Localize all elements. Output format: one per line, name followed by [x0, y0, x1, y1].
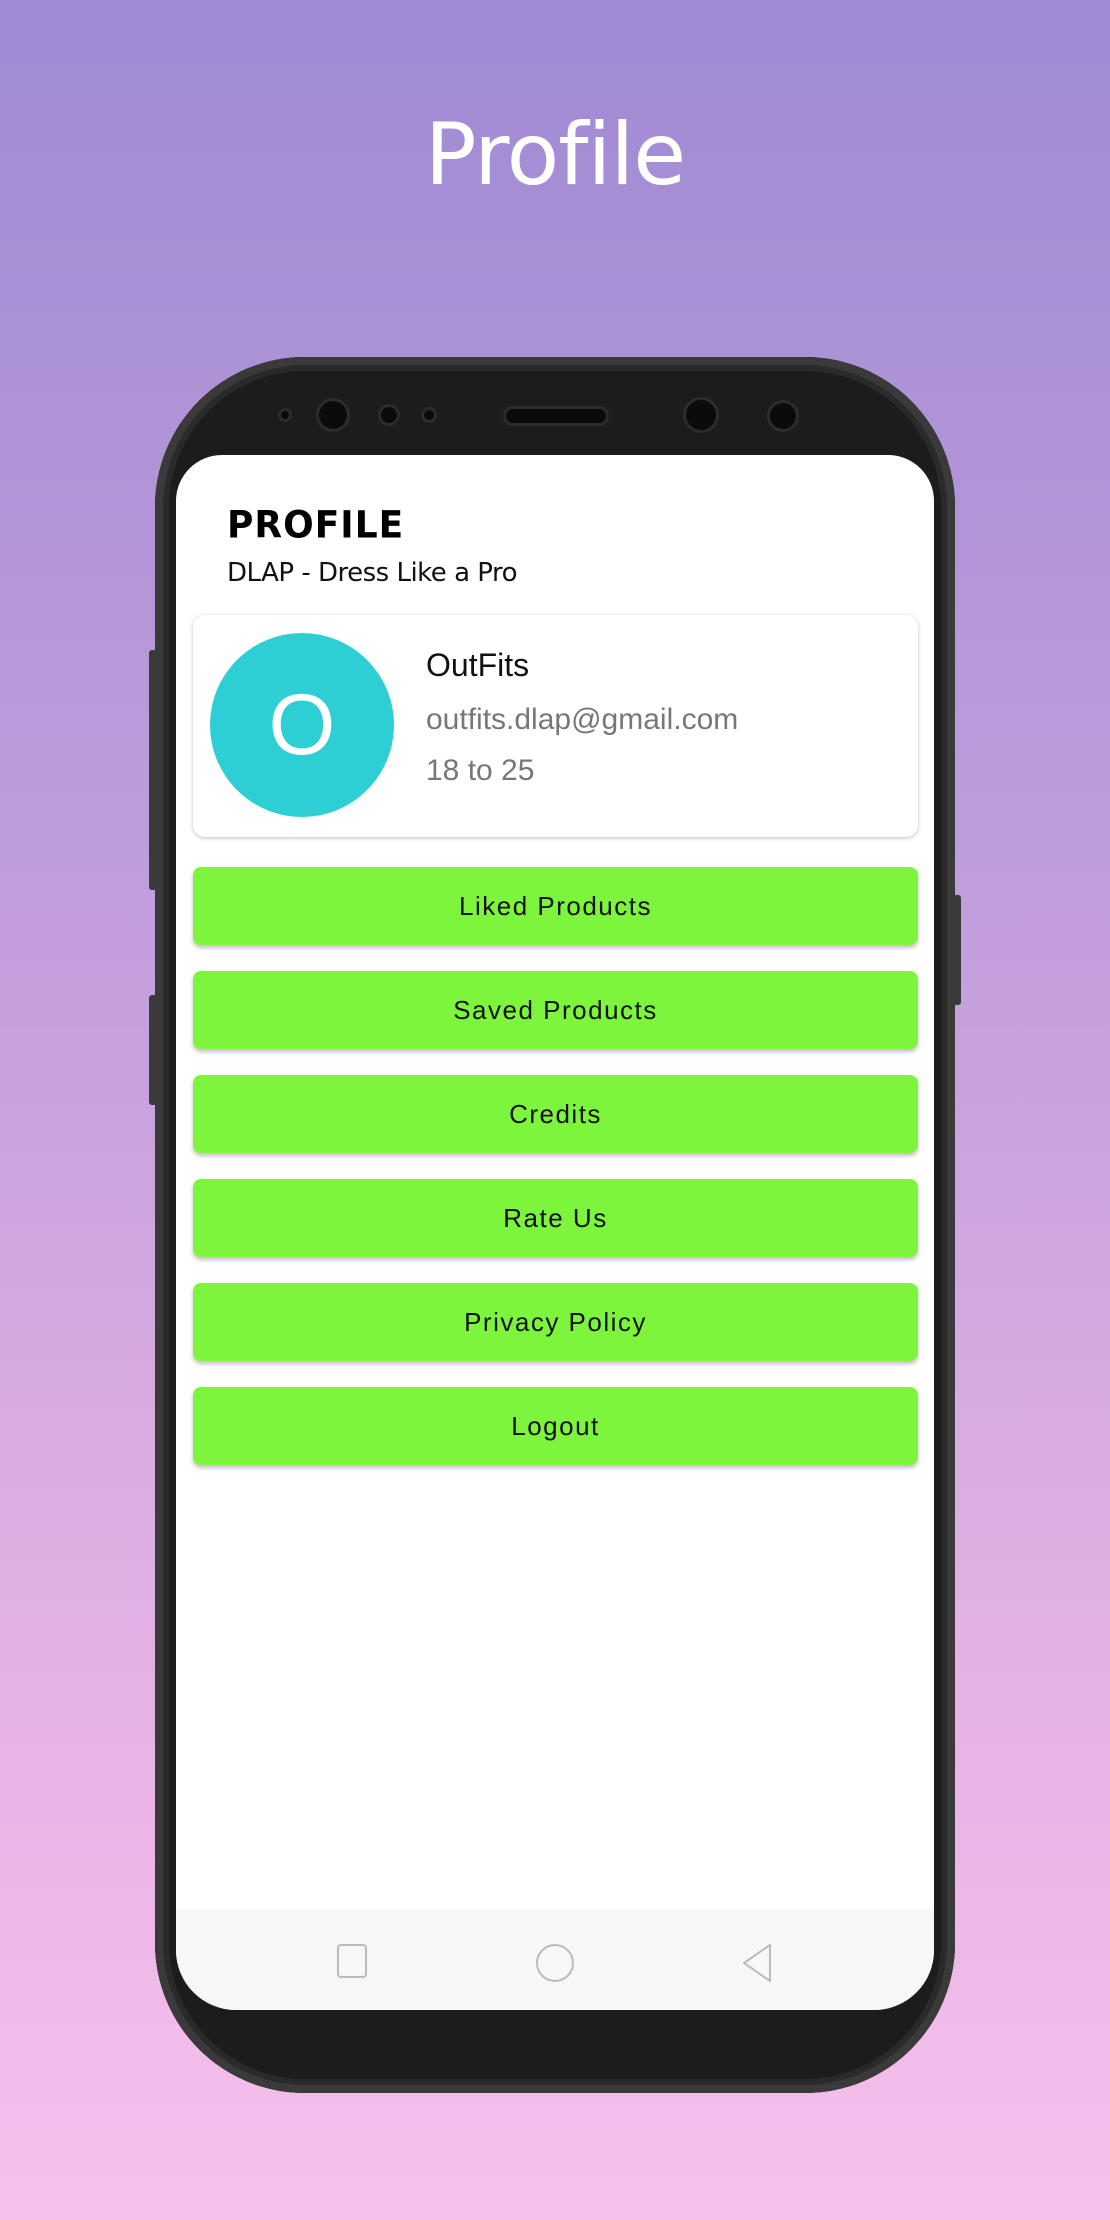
system-nav-bar [176, 1909, 934, 2010]
home-icon[interactable] [534, 1942, 576, 1984]
logout-button[interactable]: Logout [193, 1387, 918, 1465]
page-title: Profile [424, 105, 686, 205]
sensor [770, 403, 796, 429]
sensor [381, 407, 397, 423]
iris-scanner [686, 400, 716, 430]
avatar: O [210, 633, 394, 817]
credits-button[interactable]: Credits [193, 1075, 918, 1153]
back-icon[interactable] [740, 1942, 776, 1984]
app-screen: PROFILE DLAP - Dress Like a Pro O OutFit… [176, 455, 934, 2010]
earpiece-speaker [506, 409, 606, 423]
saved-products-button[interactable]: Saved Products [193, 971, 918, 1049]
profile-card: O OutFits outfits.dlap@gmail.com 18 to 2… [193, 615, 918, 837]
rate-us-button[interactable]: Rate Us [193, 1179, 918, 1257]
phone-side-button [149, 995, 157, 1105]
profile-age-range: 18 to 25 [426, 754, 535, 787]
phone-side-button [953, 895, 961, 1005]
sensor [424, 410, 434, 420]
recents-icon[interactable] [336, 1942, 370, 1980]
front-camera [319, 401, 347, 429]
header-title: PROFILE [227, 503, 405, 548]
privacy-policy-button[interactable]: Privacy Policy [193, 1283, 918, 1361]
avatar-initial: O [268, 676, 336, 773]
header-subtitle: DLAP - Dress Like a Pro [227, 558, 518, 588]
camera-dot [281, 411, 289, 419]
profile-name: OutFits [426, 647, 530, 683]
phone-side-button [149, 650, 157, 890]
liked-products-button[interactable]: Liked Products [193, 867, 918, 945]
profile-email: outfits.dlap@gmail.com [426, 703, 739, 736]
